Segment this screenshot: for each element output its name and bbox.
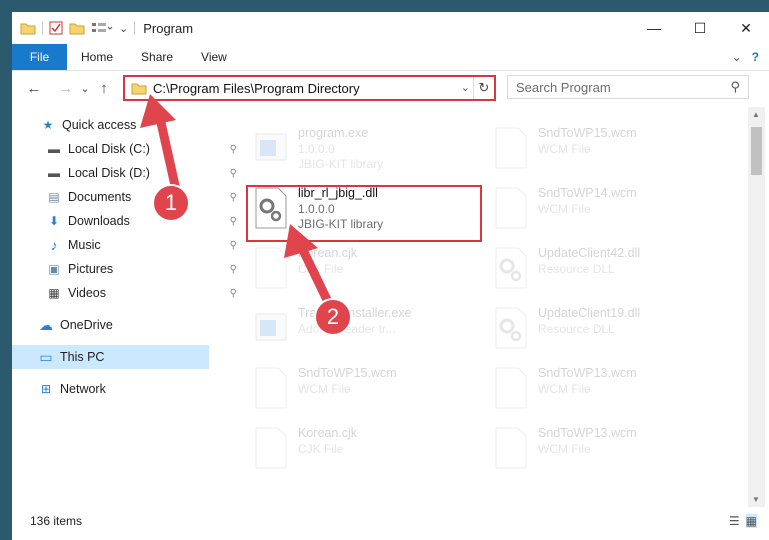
callout-badge-2: 2 (314, 298, 352, 336)
arrow-2-head (284, 224, 318, 258)
callout-badge-1: 1 (152, 184, 190, 222)
annotation-arrows (140, 94, 335, 308)
arrow-1-shaft (155, 117, 181, 191)
arrow-2-shaft (297, 246, 335, 308)
arrow-1-head (140, 94, 176, 128)
